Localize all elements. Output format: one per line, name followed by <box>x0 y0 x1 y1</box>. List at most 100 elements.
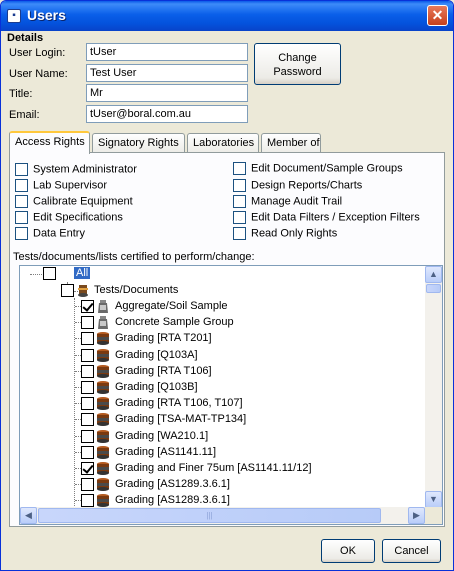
horizontal-scroll-thumb[interactable]: ||| <box>38 508 381 523</box>
vertical-scroll-thumb[interactable] <box>426 284 441 293</box>
scroll-corner <box>425 507 442 524</box>
checkbox-box[interactable] <box>233 227 246 240</box>
checkbox-read-only-rights[interactable]: Read Only Rights <box>233 227 337 241</box>
checkbox-design-reports-charts[interactable]: Design Reports/Charts <box>233 179 362 193</box>
tab-member-of[interactable]: Member of <box>261 133 321 153</box>
app-icon[interactable]: ▪ <box>7 9 21 23</box>
email-label: Email: <box>9 109 40 121</box>
scroll-left-button[interactable]: ◀ <box>20 507 37 524</box>
tree-node-label: Aggregate/Soil Sample <box>115 300 228 312</box>
checkbox-box[interactable] <box>233 211 246 224</box>
sieve-stack-icon <box>97 462 109 475</box>
checkbox-box[interactable] <box>233 195 246 208</box>
checkbox-label: Edit Data Filters / Exception Filters <box>251 211 420 224</box>
checkbox-box[interactable] <box>15 195 28 208</box>
title-bar[interactable]: ▪ Users ✕ <box>1 1 453 31</box>
tree-checkbox[interactable] <box>81 494 94 507</box>
checkbox-label: Design Reports/Charts <box>251 179 363 192</box>
ok-button[interactable]: OK <box>321 539 375 563</box>
certification-tree[interactable]: All Tests/Documents Aggregate/Soil Sampl… <box>19 265 443 525</box>
checkbox-edit-document-sample-groups[interactable]: Edit Document/Sample Groups <box>233 162 403 176</box>
user-login-field[interactable]: tUser <box>86 43 248 61</box>
tree-node-item[interactable]: Grading [AS1141.11] <box>20 445 420 461</box>
tree-node-label[interactable]: All <box>74 267 91 279</box>
sieve-stack-icon <box>97 381 109 394</box>
tree-checkbox[interactable] <box>81 462 94 475</box>
details-heading: Details <box>7 32 44 44</box>
checkbox-box[interactable] <box>15 211 28 224</box>
user-login-label: User Login: <box>9 47 66 59</box>
tree-checkbox[interactable] <box>81 478 94 491</box>
checkbox-box[interactable] <box>15 179 28 192</box>
checkbox-box[interactable] <box>15 227 28 240</box>
checkbox-manage-audit-trail[interactable]: Manage Audit Trail <box>233 195 342 209</box>
sieve-stack-icon <box>97 413 109 426</box>
tab-access-rights[interactable]: Access Rights <box>9 131 90 154</box>
tree-checkbox[interactable] <box>81 413 94 426</box>
checkbox-box[interactable] <box>233 179 246 192</box>
tree-node-item[interactable]: Grading [Q103B] <box>20 380 420 396</box>
tree-node-item[interactable]: Aggregate/Soil Sample <box>20 299 420 315</box>
checkbox-edit-specifications[interactable]: Edit Specifications <box>15 211 123 225</box>
checkbox-calibrate-equipment[interactable]: Calibrate Equipment <box>15 195 133 209</box>
close-button[interactable]: ✕ <box>427 5 448 26</box>
tree-checkbox[interactable] <box>81 430 94 443</box>
tree-node-tests-documents[interactable]: Tests/Documents <box>20 283 420 299</box>
tree-checkbox[interactable] <box>81 300 94 313</box>
sample-jar-icon <box>98 316 108 329</box>
tree-node-item[interactable]: Grading and Finer 75um [AS1141.11/12] <box>20 461 420 477</box>
change-password-line2: Password <box>273 66 322 78</box>
user-name-field[interactable]: Test User <box>86 64 248 82</box>
checkbox-system-administrator[interactable]: System Administrator <box>15 163 137 177</box>
tree-checkbox[interactable] <box>61 284 74 297</box>
user-name-label: User Name: <box>9 68 68 80</box>
tree-node-label: Grading [AS1289.3.6.1] <box>115 494 230 506</box>
window-title: Users <box>27 7 66 23</box>
tree-checkbox[interactable] <box>81 381 94 394</box>
checkbox-label: Read Only Rights <box>251 227 338 240</box>
checkbox-box[interactable] <box>233 162 246 175</box>
tree-checkbox[interactable] <box>81 446 94 459</box>
users-dialog: ▪ Users ✕ Details User Login: tUser User… <box>0 0 454 571</box>
tree-node-item[interactable]: Grading [Q103A] <box>20 348 420 364</box>
tree-checkbox[interactable] <box>81 397 94 410</box>
tree-node-label: Grading [Q103A] <box>115 349 198 361</box>
tree-node-item[interactable]: Grading [TSA-MAT-TP134] <box>20 412 420 428</box>
title-field[interactable]: Mr <box>86 84 248 102</box>
tree-node-item[interactable]: Grading [RTA T106] <box>20 364 420 380</box>
tree-node-item[interactable]: Grading [AS1289.3.6.1] <box>20 477 420 493</box>
checkbox-label: Edit Document/Sample Groups <box>251 162 403 175</box>
email-field[interactable]: tUser@boral.com.au <box>86 105 248 123</box>
scroll-down-button[interactable]: ▼ <box>425 491 442 508</box>
tree-node-all[interactable]: All <box>20 266 420 282</box>
tree-node-label: Grading [Q103B] <box>115 381 198 393</box>
sieve-stack-icon <box>97 478 109 491</box>
tree-checkbox[interactable] <box>81 349 94 362</box>
checkbox-label: Lab Supervisor <box>33 179 107 192</box>
checkbox-edit-data-filters[interactable]: Edit Data Filters / Exception Filters <box>233 211 420 225</box>
checkbox-box[interactable] <box>15 163 28 176</box>
vertical-scrollbar[interactable]: ▲ ▼ <box>425 266 442 508</box>
sieve-stack-icon <box>97 494 109 507</box>
cancel-button[interactable]: Cancel <box>382 539 441 563</box>
tree-checkbox[interactable] <box>81 316 94 329</box>
change-password-button[interactable]: Change Password <box>254 43 341 85</box>
checkbox-data-entry[interactable]: Data Entry <box>15 227 85 241</box>
tree-node-label: Grading [WA210.1] <box>115 430 209 442</box>
tree-checkbox[interactable] <box>81 332 94 345</box>
tree-node-item[interactable]: Grading [RTA T106, T107] <box>20 396 420 412</box>
checkbox-lab-supervisor[interactable]: Lab Supervisor <box>15 179 107 193</box>
tree-checkbox[interactable] <box>43 267 56 280</box>
tree-node-item[interactable]: Concrete Sample Group <box>20 315 420 331</box>
checkbox-label: Manage Audit Trail <box>251 195 343 208</box>
scroll-up-button[interactable]: ▲ <box>425 266 442 283</box>
tree-checkbox[interactable] <box>81 365 94 378</box>
sieve-stack-icon <box>97 349 109 362</box>
scroll-right-button[interactable]: ▶ <box>408 507 425 524</box>
tab-laboratories[interactable]: Laboratories <box>187 133 259 153</box>
tree-node-item[interactable]: Grading [RTA T201] <box>20 331 420 347</box>
horizontal-scrollbar[interactable]: ◀ ||| ▶ <box>20 507 425 524</box>
sample-jar-icon <box>98 300 108 313</box>
tab-signatory-rights[interactable]: Signatory Rights <box>92 133 185 153</box>
tree-node-item[interactable]: Grading [WA210.1] <box>20 429 420 445</box>
